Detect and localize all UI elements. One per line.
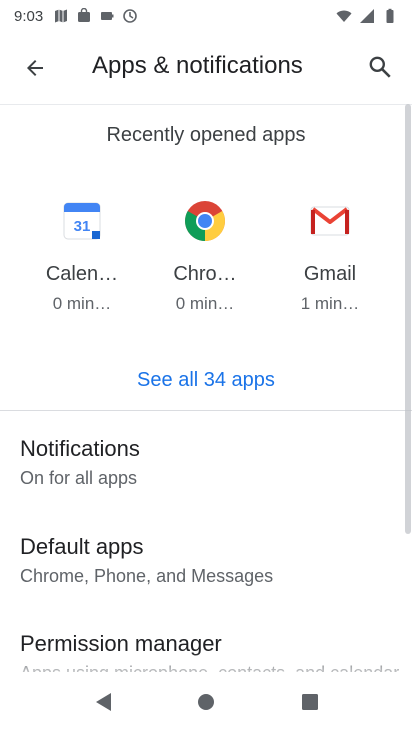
recent-apps-row: 31 Calen… 0 min… Chro… 0 min… Gmail 1 mi… <box>0 190 412 330</box>
search-icon <box>369 56 391 78</box>
maps-icon <box>55 9 68 23</box>
calendar-icon: 31 <box>58 197 106 245</box>
setting-default-apps[interactable]: Default apps Chrome, Phone, and Messages <box>0 534 412 587</box>
nav-recents-button[interactable] <box>292 684 328 720</box>
shop-icon <box>78 8 91 22</box>
setting-title: Notifications <box>20 436 140 461</box>
scrollbar[interactable] <box>405 104 411 534</box>
search-button[interactable] <box>358 45 402 89</box>
status-time: 9:03 <box>14 7 44 25</box>
recent-app-time: 0 min… <box>52 294 112 313</box>
battery-icon <box>386 8 394 23</box>
navigation-bar <box>0 672 412 732</box>
nav-back-button[interactable] <box>86 684 122 720</box>
setting-title: Permission manager <box>20 631 222 656</box>
status-bar: 9:03 <box>0 0 412 32</box>
setting-summary: On for all apps <box>20 468 138 488</box>
see-all-apps-button[interactable]: See all 34 apps <box>120 358 292 402</box>
recent-app-name: Gmail <box>303 263 357 285</box>
setting-permission-manager[interactable]: Permission manager Apps using microphone… <box>0 631 412 672</box>
wifi-icon <box>336 10 352 22</box>
calendar-day-label: 31 <box>74 218 91 235</box>
app-bar-divider <box>0 104 412 105</box>
section-divider <box>0 410 412 411</box>
recent-app-name: Chro… <box>173 263 237 285</box>
recent-app-gmail[interactable]: Gmail 1 min… <box>275 190 385 320</box>
recent-app-calendar[interactable]: 31 Calen… 0 min… <box>27 190 137 320</box>
setting-notifications[interactable]: Notifications On for all apps <box>0 436 412 489</box>
recent-app-name: Calen… <box>45 263 119 285</box>
status-notification-icons <box>53 8 138 24</box>
recent-app-chrome[interactable]: Chro… 0 min… <box>150 190 260 320</box>
recent-app-time: 0 min… <box>175 294 235 313</box>
setting-summary: Apps using microphone, contacts, and cal… <box>20 663 412 672</box>
chrome-icon <box>181 197 229 245</box>
status-system-icons <box>336 8 398 24</box>
signal-circle-icon <box>123 9 138 23</box>
app-bar: Apps & notifications <box>0 32 412 102</box>
nav-back-icon <box>96 693 111 711</box>
nav-home-button[interactable] <box>188 684 224 720</box>
recent-apps-heading: Recently opened apps <box>106 124 306 146</box>
setting-title: Default apps <box>20 534 144 559</box>
recent-app-time: 1 min… <box>300 294 360 313</box>
battery-icon <box>101 12 114 20</box>
setting-summary: Chrome, Phone, and Messages <box>20 566 274 586</box>
nav-home-icon <box>198 694 214 710</box>
nav-recents-icon <box>302 694 318 710</box>
page-title: Apps & notifications <box>92 52 303 79</box>
gmail-icon <box>306 197 354 245</box>
back-button[interactable] <box>14 47 56 89</box>
back-arrow-icon <box>27 60 43 76</box>
cell-signal-icon <box>360 9 374 23</box>
